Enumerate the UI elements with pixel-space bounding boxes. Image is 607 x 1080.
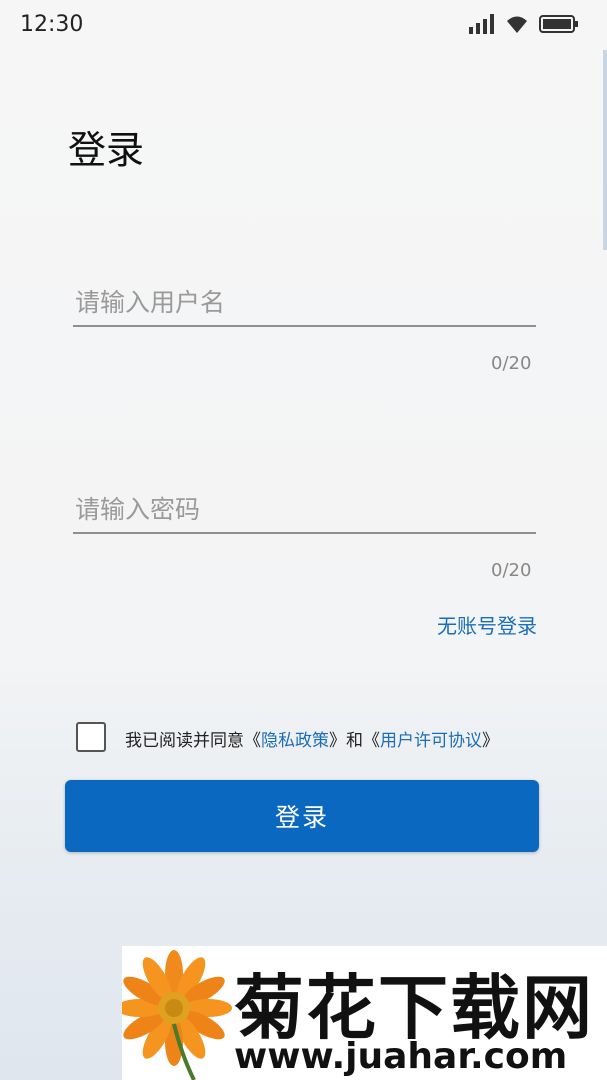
- password-underline: [73, 532, 536, 534]
- login-button[interactable]: 登录: [65, 780, 539, 852]
- agreement-checkbox[interactable]: [76, 722, 106, 752]
- status-icons: [469, 14, 579, 34]
- password-counter: 0/20: [491, 560, 532, 581]
- scroll-indicator: [603, 50, 607, 250]
- username-underline: [73, 325, 536, 327]
- agreement-text: 我已阅读并同意《隐私政策》和《用户许可协议》: [125, 726, 499, 751]
- flower-icon: [122, 950, 232, 1080]
- signal-icon: [469, 14, 494, 34]
- page-title: 登录: [68, 128, 145, 173]
- username-field: [73, 288, 538, 327]
- user-license-link[interactable]: 用户许可协议: [380, 731, 482, 751]
- agreement-suffix: 》: [482, 731, 499, 751]
- status-time: 12:30: [20, 12, 84, 37]
- username-counter: 0/20: [491, 353, 532, 374]
- password-input[interactable]: [73, 495, 538, 532]
- username-input[interactable]: [73, 288, 538, 325]
- agreement-middle: 》和《: [329, 731, 380, 751]
- watermark: 菊花下载网 www.juahar.com: [122, 946, 607, 1080]
- no-account-login-link[interactable]: 无账号登录: [437, 610, 537, 639]
- watermark-url: www.juahar.com: [234, 1036, 568, 1077]
- password-field: [73, 495, 538, 534]
- status-bar: 12:30: [0, 0, 607, 52]
- privacy-policy-link[interactable]: 隐私政策: [261, 731, 329, 751]
- agreement-prefix: 我已阅读并同意《: [125, 731, 261, 751]
- wifi-icon: [507, 16, 527, 33]
- battery-icon: [539, 15, 578, 33]
